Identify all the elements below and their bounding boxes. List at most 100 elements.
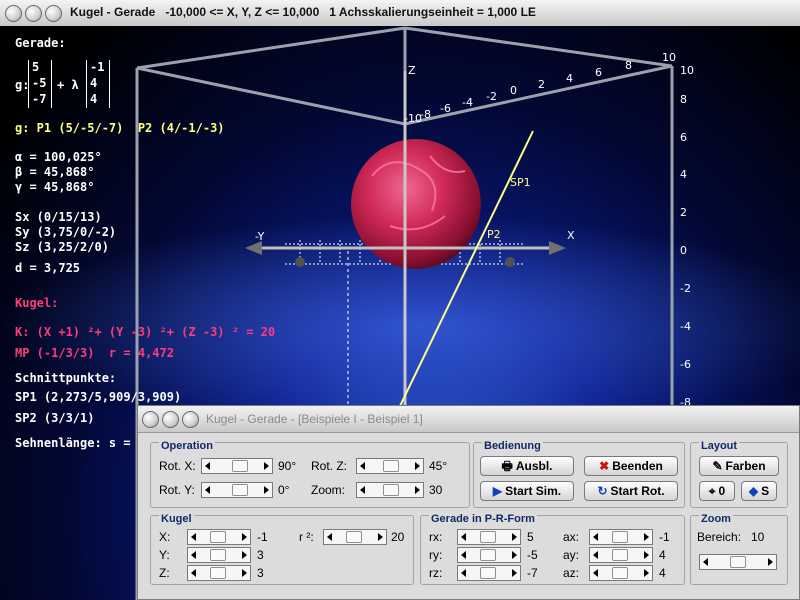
kugel-heading: Kugel:: [15, 296, 59, 310]
svg-text:-8: -8: [420, 108, 431, 121]
kugel-r2-value: 20: [391, 530, 405, 544]
ry-label: ry:: [429, 548, 443, 562]
svg-text:-2: -2: [680, 282, 691, 295]
svg-text:-6: -6: [680, 358, 691, 371]
kugel-z-label: Z:: [159, 566, 170, 580]
control-dialog[interactable]: Kugel - Gerade - [Beispiele I - Beispiel…: [137, 405, 800, 600]
axis-knob-left: [295, 257, 305, 267]
svg-text:10: 10: [662, 51, 676, 64]
sehnenlaenge: Sehnenlänge: s =: [15, 436, 131, 450]
svg-text:8: 8: [625, 59, 632, 72]
kugel-group: Kugel X: -1 Y: 3 Z: 3 r ²: 20: [150, 513, 414, 585]
alpha-angle: α = 100,025°: [15, 150, 102, 164]
svg-text:0: 0: [680, 244, 687, 257]
gerade-heading: Gerade:: [15, 36, 66, 50]
farben-button[interactable]: ✎ Farben: [699, 456, 779, 476]
ax-slider[interactable]: [589, 529, 653, 545]
kugel-y-value: 3: [257, 548, 264, 562]
dialog-maximize-button[interactable]: [182, 411, 199, 428]
z-axis-label: Z: [408, 64, 416, 77]
trace-sy: Sy (3,75/0/-2): [15, 225, 117, 239]
gerade-group: Gerade in P-R-Form rx: 5 ry: -5 rz: -7 a…: [420, 513, 685, 585]
ay-slider[interactable]: [589, 547, 653, 563]
rot-z-label: Rot. Z:: [311, 459, 348, 473]
rx-label: rx:: [429, 530, 443, 544]
save-s-button[interactable]: ◆ S: [741, 481, 777, 501]
start-rot-button[interactable]: ↻ Start Rot.: [584, 481, 678, 501]
kugel-x-label: X:: [159, 530, 171, 544]
rot-y-value: 0°: [278, 483, 290, 497]
main-title-bar[interactable]: Kugel - Gerade -10,000 <= X, Y, Z <= 10,…: [0, 0, 800, 27]
bereich-value: 10: [751, 530, 765, 544]
rot-z-slider[interactable]: [356, 458, 424, 474]
sp1-label: SP1: [510, 176, 531, 189]
zoom-label: Zoom:: [311, 483, 346, 497]
svg-text:8: 8: [680, 93, 687, 106]
dialog-close-button[interactable]: [142, 411, 159, 428]
rot-y-slider[interactable]: [201, 482, 273, 498]
svg-text:4: 4: [680, 168, 687, 181]
vector1: 5 -5 -7: [28, 60, 52, 108]
sp2-label: P2: [487, 228, 501, 241]
bedienung-title: Bedienung: [482, 440, 543, 452]
kugel-x-slider[interactable]: [187, 529, 251, 545]
zoom-group-title: Zoom: [699, 513, 733, 525]
rx-slider[interactable]: [457, 529, 521, 545]
layout-group: Layout ✎ Farben ⌖ 0 ◆ S: [690, 440, 788, 508]
reset-zero-button[interactable]: ⌖ 0: [699, 481, 735, 501]
printer-icon: 🖶: [501, 459, 513, 473]
close-window-button[interactable]: [5, 5, 22, 22]
axis-knob-right: [505, 257, 515, 267]
svg-text:-6: -6: [440, 102, 451, 115]
distance-d: d = 3,725: [15, 261, 81, 275]
kugel-x-value: -1: [257, 530, 268, 544]
kugel-midpoint: MP (-1/3/3) r = 4,472: [15, 346, 174, 360]
bucket-icon: ◆: [748, 484, 759, 498]
zoom-group: Zoom Bereich: 10: [690, 513, 788, 585]
kugel-z-value: 3: [257, 566, 264, 580]
dialog-title: Kugel - Gerade - [Beispiele I - Beispiel…: [206, 412, 423, 426]
trace-sx: Sx (0/15/13): [15, 210, 102, 224]
bereich-slider[interactable]: [699, 554, 777, 570]
intersection-sp2: SP2 (3/3/1): [15, 411, 95, 425]
x-axis-label: X: [567, 229, 575, 242]
ausbl-button[interactable]: 🖶 Ausbl.: [480, 456, 574, 476]
operation-group: Operation Rot. X: 90° Rot. Y: 0° Rot. Z:…: [150, 440, 470, 508]
beenden-button[interactable]: ✖ Beenden: [584, 456, 678, 476]
dialog-title-bar[interactable]: Kugel - Gerade - [Beispiele I - Beispiel…: [138, 406, 799, 433]
ax-label: ax:: [563, 530, 580, 544]
dialog-minimize-button[interactable]: [162, 411, 179, 428]
rot-y-label: Rot. Y:: [159, 483, 195, 497]
zoom-slider[interactable]: [356, 482, 424, 498]
operation-title: Operation: [159, 440, 215, 452]
crosshair-icon: ⌖: [708, 484, 716, 498]
layout-title: Layout: [699, 440, 740, 452]
close-x-icon: ✖: [599, 459, 610, 473]
rot-x-slider[interactable]: [201, 458, 273, 474]
ry-value: -5: [527, 548, 538, 562]
ay-label: ay:: [563, 548, 580, 562]
rz-label: rz:: [429, 566, 443, 580]
az-slider[interactable]: [589, 565, 653, 581]
ry-slider[interactable]: [457, 547, 521, 563]
az-value: 4: [659, 566, 666, 580]
svg-text:2: 2: [680, 206, 687, 219]
kugel-z-slider[interactable]: [187, 565, 251, 581]
zoom-value: 30: [429, 483, 443, 497]
plus-lambda: + λ: [57, 78, 79, 92]
minimize-window-button[interactable]: [25, 5, 42, 22]
y-axis-label: -Y: [255, 230, 265, 243]
rx-value: 5: [527, 530, 534, 544]
start-sim-button[interactable]: ▶ Start Sim.: [480, 481, 574, 501]
svg-text:2: 2: [538, 78, 545, 91]
points-line: g: P1 (5/-5/-7) P2 (4/-1/-3): [15, 121, 225, 135]
rz-slider[interactable]: [457, 565, 521, 581]
svg-text:6: 6: [680, 131, 687, 144]
svg-text:0: 0: [510, 84, 517, 97]
maximize-window-button[interactable]: [45, 5, 62, 22]
svg-text:4: 4: [566, 72, 573, 85]
kugel-r2-label: r ²:: [299, 530, 314, 544]
rot-z-value: 45°: [429, 459, 448, 473]
kugel-r2-slider[interactable]: [323, 529, 387, 545]
kugel-y-slider[interactable]: [187, 547, 251, 563]
